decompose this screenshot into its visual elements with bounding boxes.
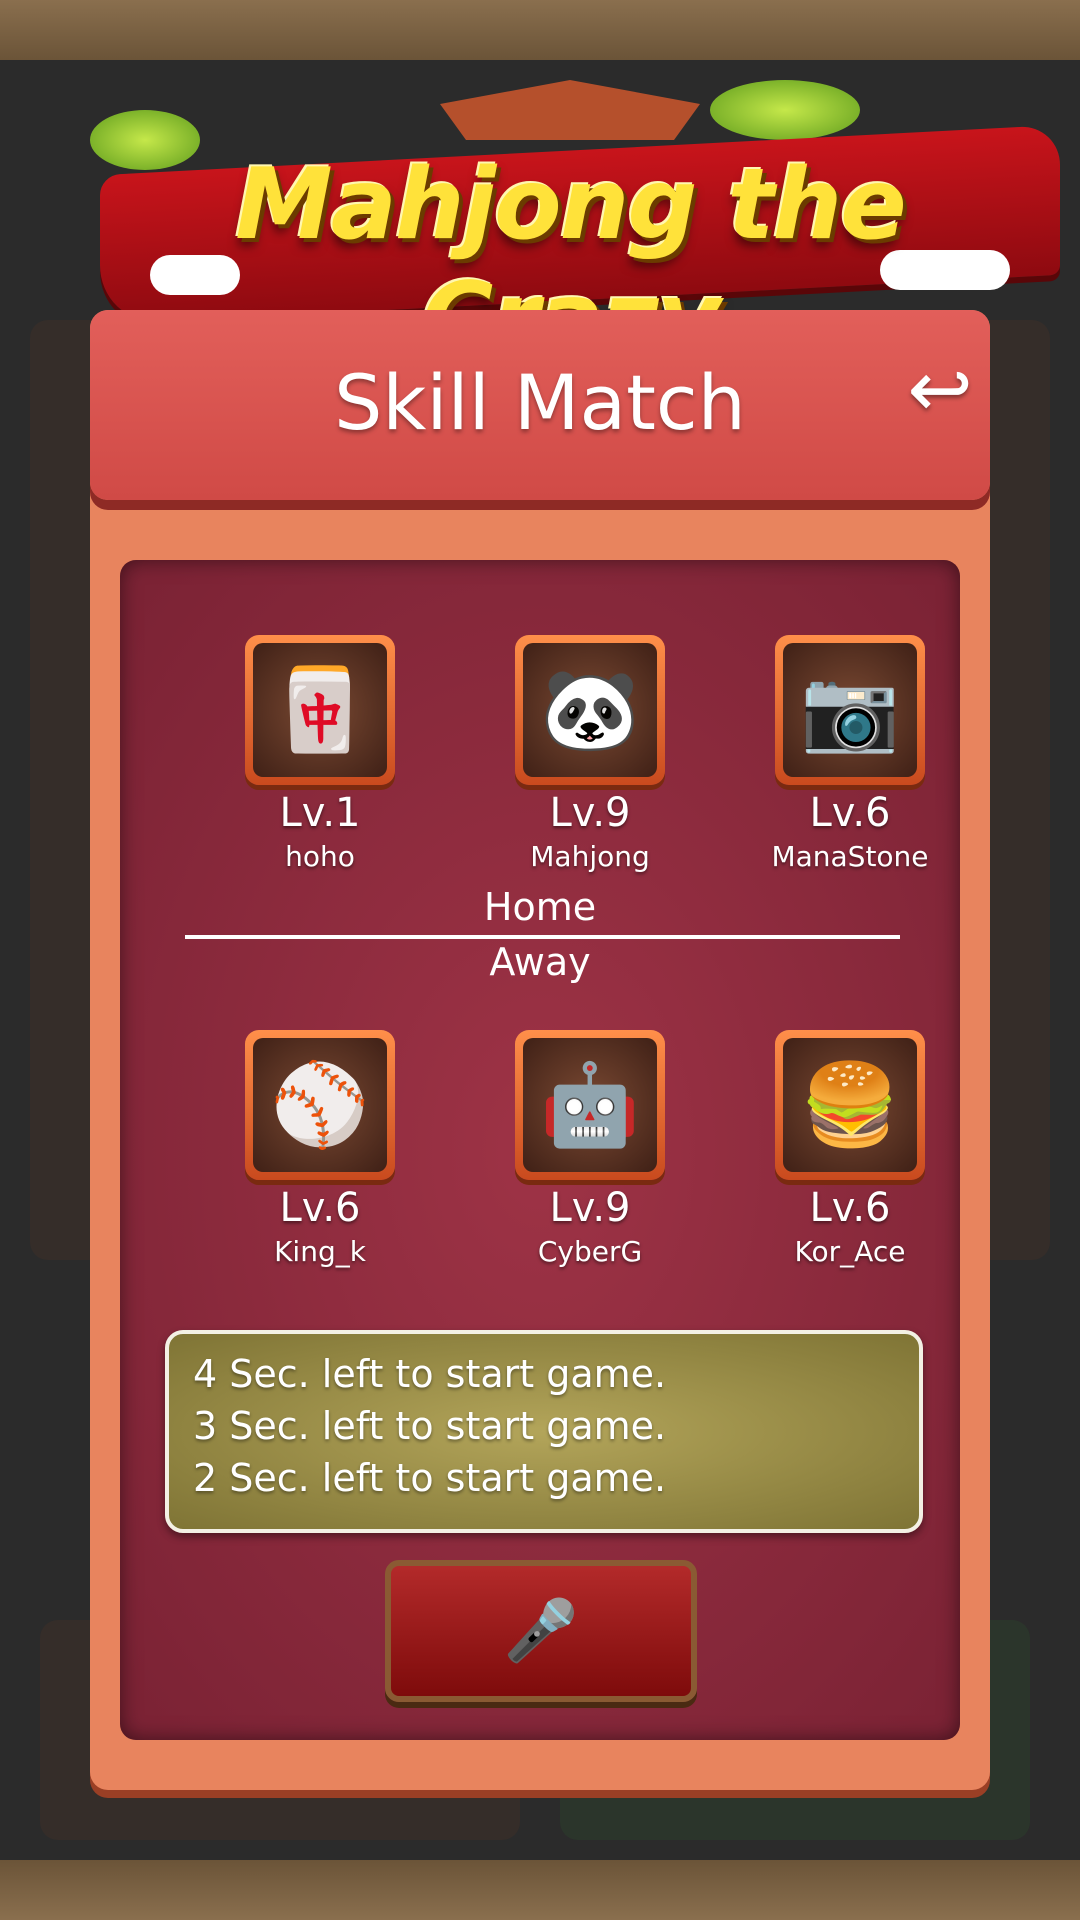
countdown-message-box: 4 Sec. left to start game. 3 Sec. left t… (165, 1330, 923, 1533)
microphone-icon: 🎤 (503, 1596, 579, 1666)
bottom-wood-border (0, 1860, 1080, 1920)
home-player-1: 🀄 Lv.1 hoho (185, 635, 425, 895)
player-name: Kor_Ace (794, 1235, 906, 1268)
microphone-button[interactable]: 🎤 (385, 1560, 697, 1702)
player-name: King_k (274, 1235, 366, 1268)
away-player-3: 🍔 Lv.6 Kor_Ace (715, 1030, 955, 1290)
temple-roof-decoration (440, 80, 700, 140)
player-level: Lv.9 (549, 1185, 631, 1231)
away-player-1: ⚾ Lv.6 King_k (185, 1030, 425, 1290)
mahjong-tile-character-icon: 🀄 (253, 643, 387, 777)
player-name: ManaStone (771, 840, 929, 873)
countdown-message: 2 Sec. left to start game. (193, 1456, 667, 1500)
avatar: 🍔 (775, 1030, 925, 1180)
player-name: CyberG (537, 1235, 643, 1268)
avatar: 📷 (775, 635, 925, 785)
camera-character-icon: 📷 (783, 643, 917, 777)
player-level: Lv.6 (809, 790, 891, 836)
skill-match-panel: Skill Match ↩ 🀄 Lv.1 hoho 🐼 Lv.9 Mahjong… (90, 310, 990, 1790)
game-logo: Mahjong the Crazy (80, 70, 1070, 376)
baseball-character-icon: ⚾ (253, 1038, 387, 1172)
panel-title: Skill Match (334, 358, 746, 447)
avatar: 🀄 (245, 635, 395, 785)
team-divider (185, 935, 900, 939)
away-player-2: 🤖 Lv.9 CyberG (455, 1030, 695, 1290)
home-player-2: 🐼 Lv.9 Mahjong (455, 635, 695, 895)
top-wood-border (0, 0, 1080, 60)
player-level: Lv.1 (279, 790, 361, 836)
countdown-message: 4 Sec. left to start game. (193, 1352, 667, 1396)
pine-tree-decoration (710, 80, 860, 140)
robot-character-icon: 🤖 (523, 1038, 657, 1172)
player-level: Lv.9 (549, 790, 631, 836)
match-board: 🀄 Lv.1 hoho 🐼 Lv.9 Mahjong 📷 Lv.6 ManaSt… (120, 560, 960, 1740)
home-label: Home (483, 885, 597, 929)
away-label: Away (489, 940, 591, 984)
player-level: Lv.6 (809, 1185, 891, 1231)
player-level: Lv.6 (279, 1185, 361, 1231)
player-name: Mahjong (530, 840, 650, 873)
home-player-3: 📷 Lv.6 ManaStone (715, 635, 955, 895)
panda-character-icon: 🐼 (523, 643, 657, 777)
burger-character-icon: 🍔 (783, 1038, 917, 1172)
countdown-message: 3 Sec. left to start game. (193, 1404, 667, 1448)
player-name: hoho (285, 840, 355, 873)
avatar: 🐼 (515, 635, 665, 785)
title-bar: Skill Match ↩ (90, 310, 990, 500)
avatar: ⚾ (245, 1030, 395, 1180)
avatar: 🤖 (515, 1030, 665, 1180)
return-arrow-icon[interactable]: ↩ (900, 350, 980, 430)
